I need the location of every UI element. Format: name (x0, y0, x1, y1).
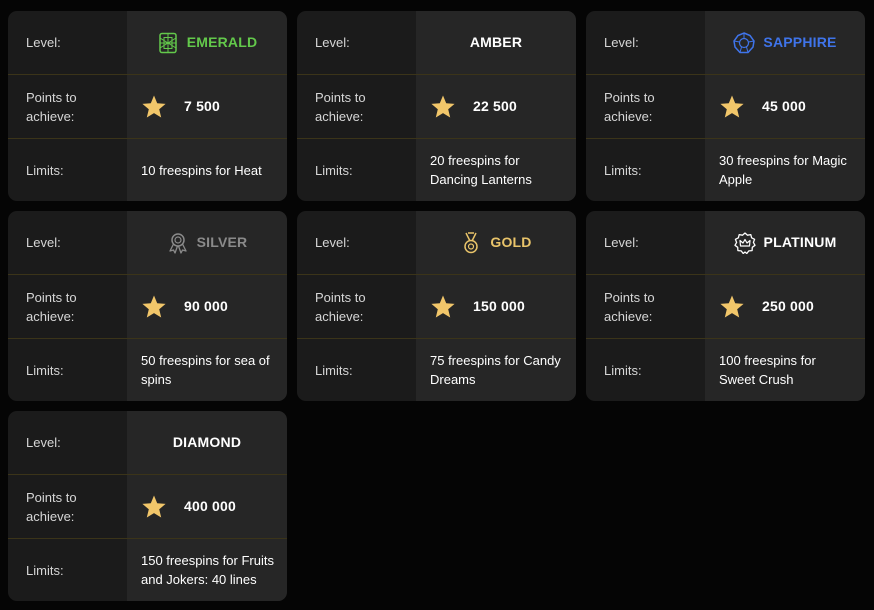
limits-text: 30 freespins for Magic Apple (719, 153, 847, 187)
level-value: GOLD (416, 211, 576, 274)
points-number: 250 000 (762, 298, 815, 314)
limits-text: 50 freespins for sea of spins (141, 353, 270, 387)
level-value: AMBER (416, 11, 576, 74)
limits-text: 10 freespins for Heat (141, 162, 262, 178)
level-card-gold: Level: GOLD Points to achieve: 150 000 L… (297, 211, 576, 401)
points-value: 45 000 (705, 75, 865, 138)
star-icon (719, 294, 745, 320)
points-label: Points to achieve: (315, 289, 366, 324)
star-icon (141, 494, 167, 520)
star-icon (141, 94, 167, 120)
points-number: 400 000 (184, 498, 237, 514)
points-value: 90 000 (127, 275, 287, 338)
limits-text: 20 freespins for Dancing Lanterns (430, 153, 532, 187)
limits-value: 75 freespins for Candy Dreams (416, 339, 576, 401)
limits-label: Limits: (604, 362, 642, 378)
level-card-amber: Level: AMBER Points to achieve: 22 500 L… (297, 11, 576, 201)
limits-value: 10 freespins for Heat (127, 139, 287, 201)
star-icon (719, 94, 745, 120)
limits-text: 100 freespins for Sweet Crush (719, 353, 816, 387)
star-icon (430, 294, 456, 320)
limits-label: Limits: (315, 362, 353, 378)
points-label: Points to achieve: (604, 89, 655, 124)
level-value: EMERALD (127, 11, 287, 74)
level-card-sapphire: Level: SAPPHIRE Points to achieve: 45 00… (586, 11, 865, 201)
level-label: Level: (315, 35, 350, 50)
level-name: GOLD (490, 234, 532, 250)
level-name: SILVER (196, 234, 248, 250)
limits-label: Limits: (604, 162, 642, 178)
limits-text: 150 freespins for Fruits and Jokers: 40 … (141, 553, 274, 587)
limits-label: Limits: (315, 162, 353, 178)
star-icon (141, 294, 167, 320)
emerald-gem-icon (157, 32, 179, 54)
points-number: 90 000 (184, 298, 229, 314)
level-label: Level: (604, 235, 639, 250)
limits-label: Limits: (26, 162, 64, 178)
level-label: Level: (315, 235, 350, 250)
level-value: DIAMOND (127, 411, 287, 474)
level-value: PLATINUM (705, 211, 865, 274)
level-card-emerald: Level: EMERALD Points to achieve: 7 500 … (8, 11, 287, 201)
level-label: Level: (26, 235, 61, 250)
level-name: PLATINUM (763, 234, 837, 250)
points-label: Points to achieve: (26, 89, 77, 124)
points-number: 45 000 (762, 98, 807, 114)
level-name: AMBER (469, 34, 523, 50)
points-label: Points to achieve: (26, 489, 77, 524)
level-label: Level: (26, 35, 61, 50)
points-value: 7 500 (127, 75, 287, 138)
level-name: SAPPHIRE (763, 34, 837, 50)
points-value: 250 000 (705, 275, 865, 338)
level-label: Level: (604, 35, 639, 50)
points-value: 150 000 (416, 275, 576, 338)
points-label: Points to achieve: (315, 89, 366, 124)
level-name: EMERALD (186, 34, 258, 50)
points-number: 7 500 (184, 98, 221, 114)
crown-badge-icon (733, 231, 756, 254)
limits-value: 150 freespins for Fruits and Jokers: 40 … (127, 539, 287, 601)
points-number: 150 000 (473, 298, 526, 314)
sapphire-gem-icon (733, 31, 756, 54)
star-icon (430, 94, 456, 120)
limits-value: 50 freespins for sea of spins (127, 339, 287, 401)
limits-label: Limits: (26, 362, 64, 378)
level-name: DIAMOND (172, 434, 242, 450)
points-label: Points to achieve: (604, 289, 655, 324)
gold-medal-icon (460, 231, 482, 254)
limits-value: 20 freespins for Dancing Lanterns (416, 139, 576, 201)
points-value: 22 500 (416, 75, 576, 138)
limits-value: 100 freespins for Sweet Crush (705, 339, 865, 401)
level-card-silver: Level: SILVER Points to achieve: 90 000 … (8, 211, 287, 401)
level-value: SAPPHIRE (705, 11, 865, 74)
limits-value: 30 freespins for Magic Apple (705, 139, 865, 201)
level-card-diamond: Level: DIAMOND Points to achieve: 400 00… (8, 411, 287, 601)
points-value: 400 000 (127, 475, 287, 538)
level-card-platinum: Level: PLATINUM Points to achieve: 250 0… (586, 211, 865, 401)
level-label: Level: (26, 435, 61, 450)
ribbon-medal-icon (167, 232, 189, 254)
points-number: 22 500 (473, 98, 518, 114)
limits-text: 75 freespins for Candy Dreams (430, 353, 561, 387)
limits-label: Limits: (26, 562, 64, 578)
points-label: Points to achieve: (26, 289, 77, 324)
level-value: SILVER (127, 211, 287, 274)
